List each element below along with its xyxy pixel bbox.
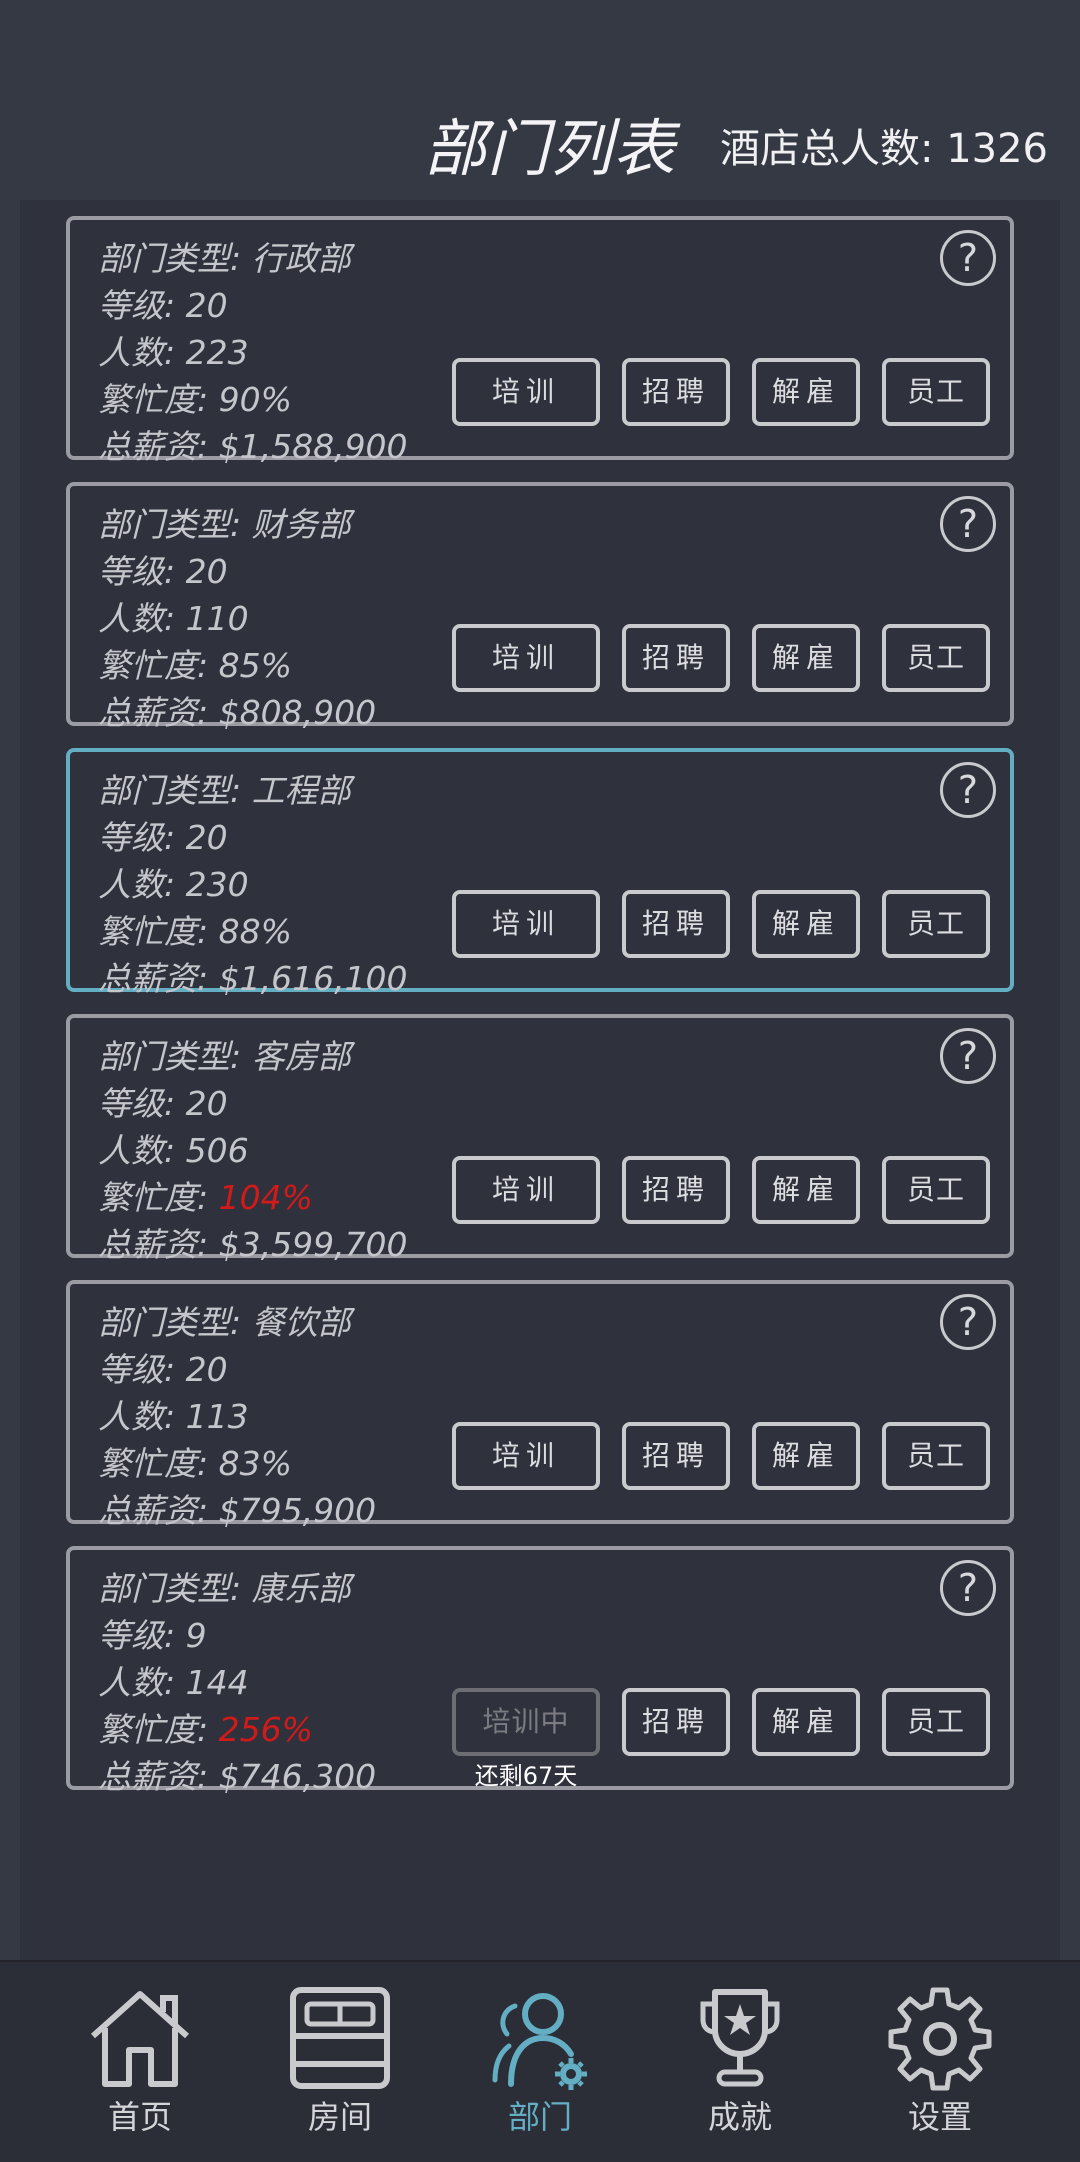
fire-button[interactable]: 解雇: [752, 358, 860, 426]
nav-home[interactable]: 首页: [60, 1962, 220, 2162]
department-type: 部门类型: 财务部: [98, 505, 351, 544]
department-staff-count: 人数: 144: [98, 1663, 249, 1702]
department-busyness: 繁忙度: 90%: [98, 373, 292, 421]
busyness-value: 85%: [218, 646, 292, 685]
hire-button[interactable]: 招聘: [622, 1688, 730, 1756]
nav-rooms[interactable]: 房间: [260, 1962, 420, 2162]
busyness-label: 繁忙度:: [98, 1178, 219, 1217]
department-level: 等级: 9: [98, 1616, 207, 1655]
department-total-salary: 总薪资: $1,588,900: [98, 427, 408, 466]
department-type: 部门类型: 客房部: [98, 1037, 351, 1076]
staff-button[interactable]: 员工: [882, 1688, 990, 1756]
department-busyness: 繁忙度: 256%: [98, 1703, 313, 1751]
fire-button[interactable]: 解雇: [752, 1422, 860, 1490]
busyness-value: 88%: [218, 912, 292, 951]
busyness-label: 繁忙度:: [98, 380, 219, 419]
department-level: 等级: 20: [98, 552, 228, 591]
busyness-label: 繁忙度:: [98, 1710, 219, 1749]
department-total-salary: 总薪资: $795,900: [98, 1491, 377, 1530]
department-type: 部门类型: 行政部: [98, 239, 351, 278]
help-icon[interactable]: ?: [940, 230, 996, 286]
help-icon[interactable]: ?: [940, 1294, 996, 1350]
hire-button[interactable]: 招聘: [622, 624, 730, 692]
department-total-salary: 总薪资: $1,616,100: [98, 959, 408, 998]
department-staff-count: 人数: 113: [98, 1397, 249, 1436]
nav-label-settings: 设置: [907, 2098, 972, 2136]
department-total-salary: 总薪资: $3,599,700: [98, 1225, 408, 1264]
help-icon[interactable]: ?: [940, 496, 996, 552]
nav-label-departments: 部门: [507, 2098, 572, 2136]
staff-button[interactable]: 员工: [882, 624, 990, 692]
department-staff-count: 人数: 223: [98, 333, 249, 372]
busyness-label: 繁忙度:: [98, 646, 219, 685]
department-level: 等级: 20: [98, 1084, 228, 1123]
help-icon[interactable]: ?: [940, 1560, 996, 1616]
page-title: 部门列表: [424, 112, 677, 185]
train-button[interactable]: 培训: [452, 1422, 600, 1490]
department-type: 部门类型: 康乐部: [98, 1569, 351, 1608]
department-staff-count: 人数: 110: [98, 599, 249, 638]
department-type: 部门类型: 餐饮部: [98, 1303, 351, 1342]
bed-icon: [290, 1987, 390, 2089]
train-button[interactable]: 培训: [452, 890, 600, 958]
staff-button[interactable]: 员工: [882, 358, 990, 426]
bottom-nav: 首页 房间 部门 成就 设置: [0, 1960, 1080, 2162]
department-staff-count: 人数: 506: [98, 1131, 249, 1170]
staff-gear-icon: [492, 1993, 587, 2090]
nav-departments[interactable]: 部门: [460, 1962, 620, 2162]
staff-button[interactable]: 员工: [882, 1422, 990, 1490]
nav-achievements[interactable]: 成就: [660, 1962, 820, 2162]
nav-label-home: 首页: [107, 2098, 172, 2136]
hotel-total-staff: 酒店总人数: 1326: [720, 126, 1048, 172]
department-card[interactable]: 部门类型: 客房部 等级: 20 人数: 506 繁忙度: 104% 总薪资: $3,5…: [66, 1014, 1014, 1264]
department-busyness: 繁忙度: 83%: [98, 1437, 292, 1485]
help-icon[interactable]: ?: [940, 762, 996, 818]
hire-button[interactable]: 招聘: [622, 1422, 730, 1490]
department-level: 等级: 20: [98, 286, 228, 325]
hire-button[interactable]: 招聘: [622, 890, 730, 958]
department-type: 部门类型: 工程部: [98, 771, 351, 810]
gear-icon: [888, 1987, 992, 2091]
nav-label-achievements: 成就: [707, 2098, 772, 2136]
train-button[interactable]: 培训: [452, 358, 600, 426]
department-card[interactable]: 部门类型: 工程部 等级: 20 人数: 230 繁忙度: 88% 总薪资: $1,61…: [66, 748, 1014, 998]
staff-button[interactable]: 员工: [882, 890, 990, 958]
training-in-progress-button: 培训中: [452, 1688, 600, 1756]
busyness-value: 90%: [218, 380, 292, 419]
department-total-salary: 总薪资: $746,300: [98, 1757, 377, 1796]
training-remaining-days: 还剩67天: [474, 1762, 578, 1790]
fire-button[interactable]: 解雇: [752, 1156, 860, 1224]
train-button[interactable]: 培训: [452, 1156, 600, 1224]
busyness-value: 83%: [218, 1444, 292, 1483]
fire-button[interactable]: 解雇: [752, 1688, 860, 1756]
department-busyness: 繁忙度: 85%: [98, 639, 292, 687]
fire-button[interactable]: 解雇: [752, 890, 860, 958]
staff-button[interactable]: 员工: [882, 1156, 990, 1224]
busyness-value: 256%: [218, 1710, 313, 1749]
nav-label-rooms: 房间: [307, 2098, 372, 2136]
department-total-salary: 总薪资: $808,900: [98, 693, 377, 732]
department-card[interactable]: 部门类型: 财务部 等级: 20 人数: 110 繁忙度: 85% 总薪资: $808,…: [66, 482, 1014, 732]
department-busyness: 繁忙度: 104%: [98, 1171, 313, 1219]
hire-button[interactable]: 招聘: [622, 1156, 730, 1224]
department-staff-count: 人数: 230: [98, 865, 249, 904]
fire-button[interactable]: 解雇: [752, 624, 860, 692]
nav-settings[interactable]: 设置: [860, 1962, 1020, 2162]
busyness-label: 繁忙度:: [98, 1444, 219, 1483]
help-icon[interactable]: ?: [940, 1028, 996, 1084]
department-card[interactable]: 部门类型: 行政部 等级: 20 人数: 223 繁忙度: 90% 总薪资: $1,58…: [66, 216, 1014, 466]
department-level: 等级: 20: [98, 818, 228, 857]
trophy-icon: [700, 1989, 780, 2087]
hire-button[interactable]: 招聘: [622, 358, 730, 426]
department-card[interactable]: 部门类型: 餐饮部 等级: 20 人数: 113 繁忙度: 83% 总薪资: $795,…: [66, 1280, 1014, 1530]
department-card[interactable]: 部门类型: 康乐部 等级: 9 人数: 144 繁忙度: 256% 总薪资: $746,…: [66, 1546, 1014, 1796]
department-level: 等级: 20: [98, 1350, 228, 1389]
busyness-label: 繁忙度:: [98, 912, 219, 951]
header: 部门列表 酒店总人数: 1326: [0, 0, 1080, 200]
home-icon: [91, 1991, 189, 2087]
department-busyness: 繁忙度: 88%: [98, 905, 292, 953]
train-button[interactable]: 培训: [452, 624, 600, 692]
busyness-value: 104%: [218, 1178, 313, 1217]
